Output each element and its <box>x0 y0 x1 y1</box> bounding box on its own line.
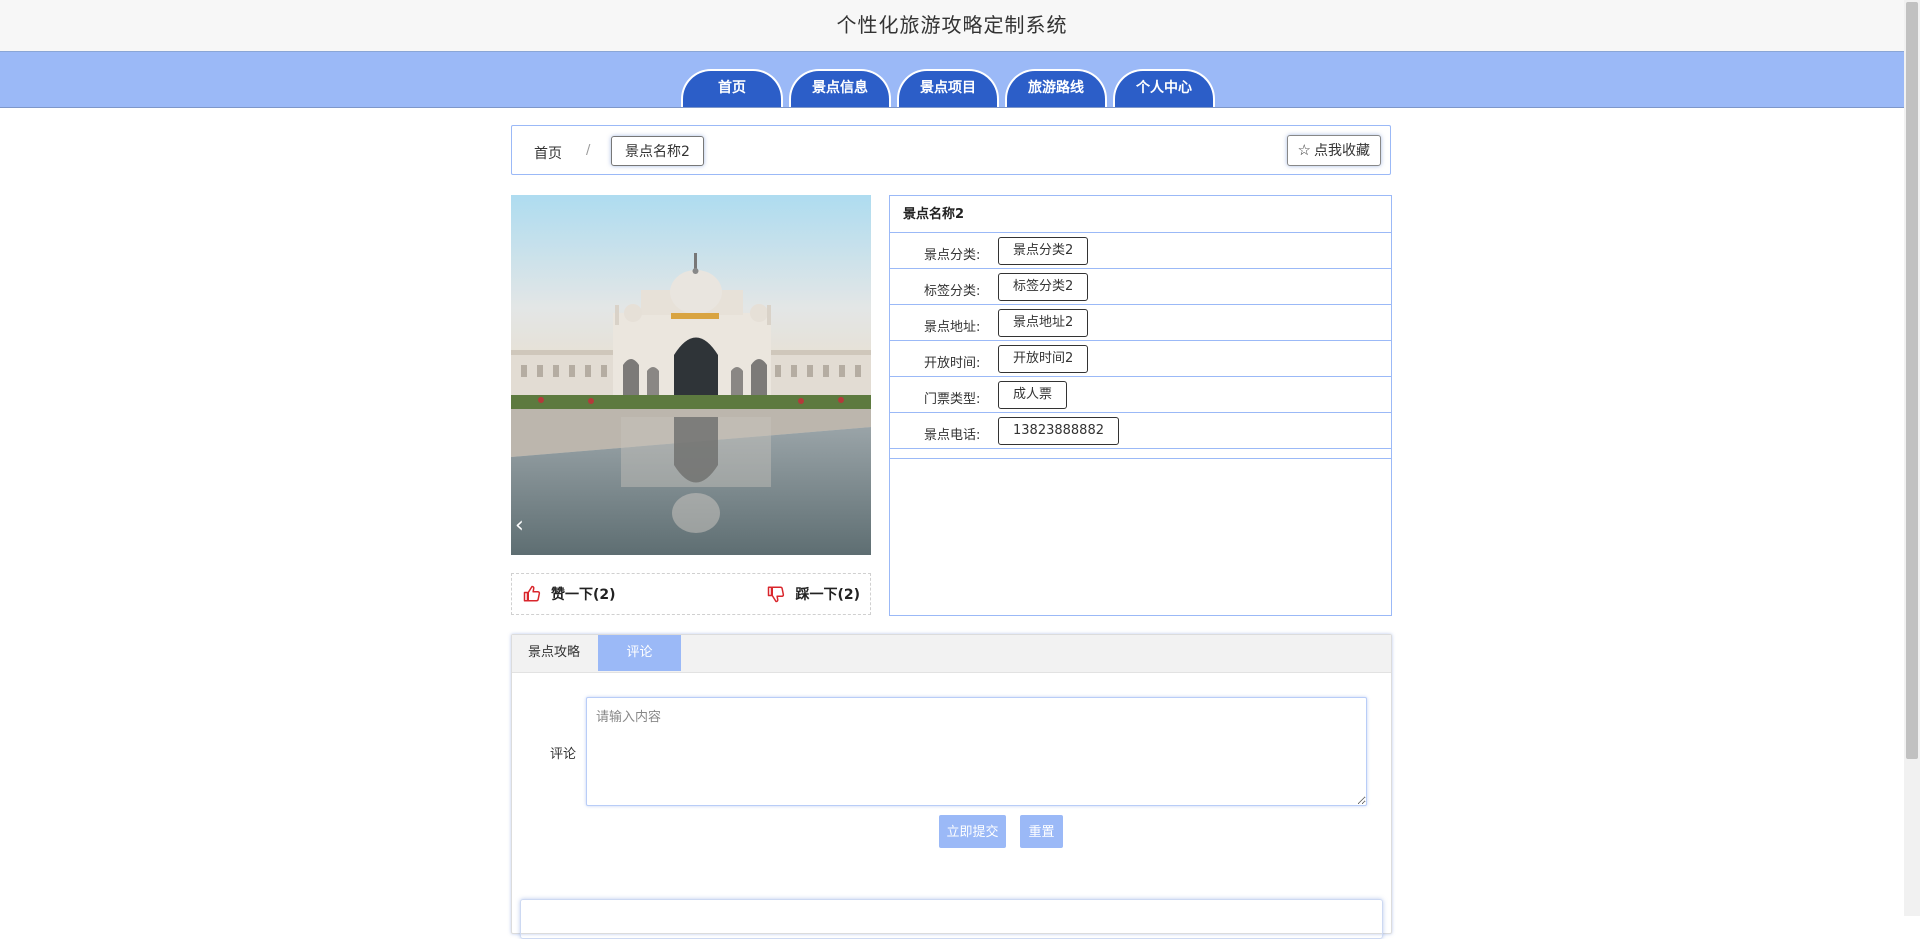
tab-comments[interactable]: 评论 <box>598 635 681 671</box>
mosque-photo-illustration <box>511 195 871 555</box>
vote-row: 赞一下(2) 踩一下(2) <box>511 573 871 615</box>
star-outline-icon: ☆ <box>1297 142 1311 159</box>
page-scrollbar[interactable] <box>1904 0 1920 916</box>
detail-row-tag: 标签分类: 标签分类2 <box>890 269 1391 305</box>
detail-row-ticket-type: 门票类型: 成人票 <box>890 377 1391 413</box>
site-header: 个性化旅游攻略定制系统 <box>0 0 1904 52</box>
attraction-name: 景点名称2 <box>890 196 1391 233</box>
detail-label: 开放时间: <box>924 356 981 371</box>
breadcrumb-separator: / <box>586 143 591 158</box>
detail-value: 景点地址2 <box>998 309 1089 337</box>
detail-value: 景点分类2 <box>998 237 1089 265</box>
detail-row-address: 景点地址: 景点地址2 <box>890 305 1391 341</box>
detail-value: 标签分类2 <box>998 273 1089 301</box>
detail-row-category: 景点分类: 景点分类2 <box>890 233 1391 269</box>
detail-label: 门票类型: <box>924 392 981 407</box>
like-button[interactable]: 赞一下(2) <box>523 584 616 604</box>
attraction-photo[interactable]: ‹ <box>511 195 871 555</box>
tabs-panel: 景点攻略 评论 评论 立即提交 重置 <box>511 634 1392 939</box>
detail-value: 开放时间2 <box>998 345 1089 373</box>
scrollbar-thumb[interactable] <box>1906 2 1918 759</box>
detail-label: 景点电话: <box>924 428 981 443</box>
like-label: 赞一下(2) <box>551 587 616 603</box>
attraction-detail-table: 景点名称2 景点分类: 景点分类2 标签分类: 标签分类2 景点地址: 景点地址… <box>889 195 1392 616</box>
favorite-button[interactable]: ☆ 点我收藏 <box>1286 135 1381 166</box>
nav-item-attractions[interactable]: 景点信息 <box>789 69 891 107</box>
dislike-button[interactable]: 踩一下(2) <box>767 584 860 604</box>
dislike-label: 踩一下(2) <box>795 587 860 603</box>
nav-item-profile[interactable]: 个人中心 <box>1113 69 1215 107</box>
main-nav: 首页 景点信息 景点项目 旅游路线 个人中心 <box>0 52 1904 108</box>
comment-label: 评论 <box>550 747 577 762</box>
site-title: 个性化旅游攻略定制系统 <box>836 13 1068 37</box>
tab-header: 景点攻略 评论 <box>512 635 1391 673</box>
nav-item-home[interactable]: 首页 <box>681 69 783 107</box>
thumbs-up-icon <box>523 585 541 602</box>
detail-label: 景点地址: <box>924 320 981 335</box>
nav-item-routes[interactable]: 旅游路线 <box>1005 69 1107 107</box>
breadcrumb-current: 景点名称2 <box>611 136 704 166</box>
detail-divider <box>890 449 1391 459</box>
carousel-prev-icon[interactable]: ‹ <box>515 513 524 538</box>
detail-label: 标签分类: <box>924 284 981 299</box>
favorite-label: 点我收藏 <box>1314 142 1370 158</box>
nav-list: 首页 景点信息 景点项目 旅游路线 个人中心 <box>681 66 1215 107</box>
submit-button[interactable]: 立即提交 <box>939 815 1006 848</box>
breadcrumb-home-link[interactable]: 首页 <box>534 143 562 163</box>
comment-input[interactable] <box>586 697 1367 806</box>
breadcrumb: 首页 / 景点名称2 ☆ 点我收藏 <box>511 125 1391 175</box>
tab-guide[interactable]: 景点攻略 <box>512 635 596 671</box>
nav-item-projects[interactable]: 景点项目 <box>897 69 999 107</box>
comment-list-card <box>520 899 1383 939</box>
detail-label: 景点分类: <box>924 248 981 263</box>
detail-value: 成人票 <box>998 381 1068 409</box>
detail-value: 13823888882 <box>998 417 1119 445</box>
reset-button[interactable]: 重置 <box>1020 815 1063 848</box>
detail-row-opening-hours: 开放时间: 开放时间2 <box>890 341 1391 377</box>
detail-row-phone: 景点电话: 13823888882 <box>890 413 1391 449</box>
thumbs-down-icon <box>768 586 785 603</box>
